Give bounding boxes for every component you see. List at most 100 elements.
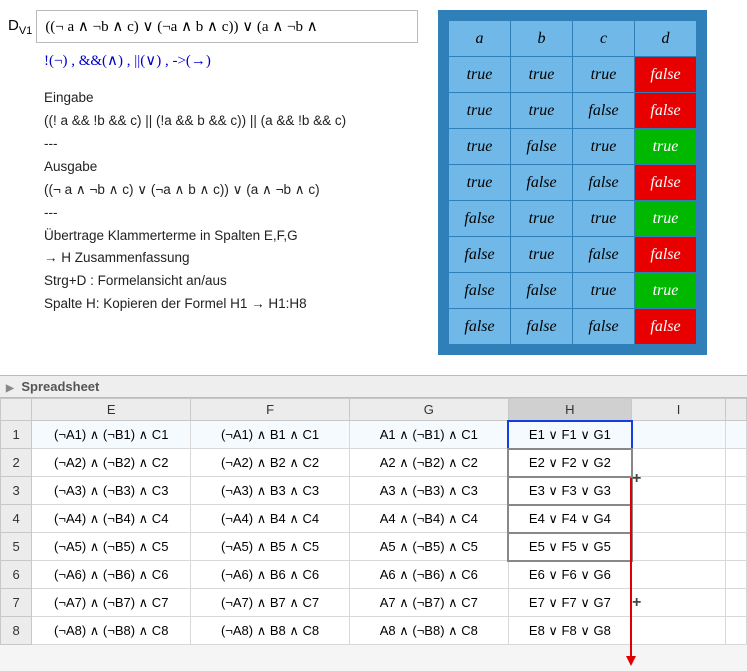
- truth-cell: true: [511, 93, 573, 129]
- cell-F4[interactable]: (¬A4) ∧ B4 ∧ C4: [191, 505, 350, 533]
- cell-H4[interactable]: E4 ∨ F4 ∨ G4: [508, 505, 631, 533]
- note-transfer: Übertrage Klammerterme in Spalten E,F,G: [44, 226, 418, 247]
- collapse-icon[interactable]: ▶: [6, 383, 14, 394]
- cell-H1[interactable]: E1 ∨ F1 ∨ G1: [508, 421, 631, 449]
- cell-I3[interactable]: [632, 477, 726, 505]
- cell-blank[interactable]: [726, 477, 747, 505]
- cell-E3[interactable]: (¬A3) ∧ (¬B3) ∧ C3: [32, 477, 191, 505]
- truth-cell: false: [511, 273, 573, 309]
- truth-cell: true: [511, 201, 573, 237]
- cell-E1[interactable]: (¬A1) ∧ (¬B1) ∧ C1: [32, 421, 191, 449]
- cell-H3[interactable]: E3 ∨ F3 ∨ G3: [508, 477, 631, 505]
- col-header-g[interactable]: G: [349, 399, 508, 421]
- col-header-h[interactable]: H: [508, 399, 631, 421]
- cell-F7[interactable]: (¬A7) ∧ B7 ∧ C7: [191, 589, 350, 617]
- cell-G2[interactable]: A2 ∧ (¬B2) ∧ C2: [349, 449, 508, 477]
- corner-header[interactable]: [1, 399, 32, 421]
- cell-I8[interactable]: [632, 617, 726, 645]
- cell-G4[interactable]: A4 ∧ (¬B4) ∧ C4: [349, 505, 508, 533]
- note-h-summary: → H Zusammenfassung: [44, 248, 418, 269]
- truth-cell: false: [449, 237, 511, 273]
- cell-E2[interactable]: (¬A2) ∧ (¬B2) ∧ C2: [32, 449, 191, 477]
- cell-F2[interactable]: (¬A2) ∧ B2 ∧ C2: [191, 449, 350, 477]
- cell-blank[interactable]: [726, 421, 747, 449]
- cell-G6[interactable]: A6 ∧ (¬B6) ∧ C6: [349, 561, 508, 589]
- truth-header-a: a: [449, 21, 511, 57]
- row-header[interactable]: 3: [1, 477, 32, 505]
- cell-H2[interactable]: E2 ∨ F2 ∨ G2: [508, 449, 631, 477]
- cell-I1[interactable]: [632, 421, 726, 449]
- table-row[interactable]: 6(¬A6) ∧ (¬B6) ∧ C6(¬A6) ∧ B6 ∧ C6A6 ∧ (…: [1, 561, 747, 589]
- cell-G5[interactable]: A5 ∧ (¬B5) ∧ C5: [349, 533, 508, 561]
- note-input-expr: ((! a && !b && c) || (!a && b && c)) || …: [44, 111, 418, 132]
- formula-input[interactable]: ((¬ a ∧ ¬b ∧ c) ∨ (¬a ∧ b ∧ c)) ∨ (a ∧ ¬…: [36, 10, 418, 43]
- table-row[interactable]: 1(¬A1) ∧ (¬B1) ∧ C1(¬A1) ∧ B1 ∧ C1A1 ∧ (…: [1, 421, 747, 449]
- col-header-i[interactable]: I: [632, 399, 726, 421]
- col-header-e[interactable]: E: [32, 399, 191, 421]
- cell-G7[interactable]: A7 ∧ (¬B7) ∧ C7: [349, 589, 508, 617]
- row-header[interactable]: 2: [1, 449, 32, 477]
- cell-F8[interactable]: (¬A8) ∧ B8 ∧ C8: [191, 617, 350, 645]
- cell-H8[interactable]: E8 ∨ F8 ∨ G8: [508, 617, 631, 645]
- cell-I4[interactable]: [632, 505, 726, 533]
- truth-cell: true: [449, 57, 511, 93]
- row-header[interactable]: 6: [1, 561, 32, 589]
- cell-blank[interactable]: [726, 533, 747, 561]
- note-output-expr: ((¬ a ∧ ¬b ∧ c) ∨ (¬a ∧ b ∧ c)) ∨ (a ∧ ¬…: [44, 180, 418, 201]
- cell-E7[interactable]: (¬A7) ∧ (¬B7) ∧ C7: [32, 589, 191, 617]
- cell-E8[interactable]: (¬A8) ∧ (¬B8) ∧ C8: [32, 617, 191, 645]
- cell-blank[interactable]: [726, 617, 747, 645]
- cell-F3[interactable]: (¬A3) ∧ B3 ∧ C3: [191, 477, 350, 505]
- cell-G1[interactable]: A1 ∧ (¬B1) ∧ C1: [349, 421, 508, 449]
- cell-H7[interactable]: E7 ∨ F7 ∨ G7: [508, 589, 631, 617]
- formula-var: DV1: [8, 17, 32, 37]
- cell-I2[interactable]: [632, 449, 726, 477]
- table-row[interactable]: 4(¬A4) ∧ (¬B4) ∧ C4(¬A4) ∧ B4 ∧ C4A4 ∧ (…: [1, 505, 747, 533]
- table-row[interactable]: 8(¬A8) ∧ (¬B8) ∧ C8(¬A8) ∧ B8 ∧ C8A8 ∧ (…: [1, 617, 747, 645]
- table-row[interactable]: 5(¬A5) ∧ (¬B5) ∧ C5(¬A5) ∧ B5 ∧ C5A5 ∧ (…: [1, 533, 747, 561]
- note-output-hdr: Ausgabe: [44, 157, 418, 178]
- truth-cell: true: [573, 129, 635, 165]
- cell-E4[interactable]: (¬A4) ∧ (¬B4) ∧ C4: [32, 505, 191, 533]
- cell-G8[interactable]: A8 ∧ (¬B8) ∧ C8: [349, 617, 508, 645]
- cell-I6[interactable]: [632, 561, 726, 589]
- cell-E5[interactable]: (¬A5) ∧ (¬B5) ∧ C5: [32, 533, 191, 561]
- cell-I5[interactable]: [632, 533, 726, 561]
- spreadsheet-title-bar[interactable]: ▶ Spreadsheet: [0, 375, 747, 398]
- cell-blank[interactable]: [726, 561, 747, 589]
- fill-down-arrow-icon: [630, 478, 632, 658]
- fill-handle-drag-icon[interactable]: +: [632, 594, 641, 612]
- truth-table-panel: a b c d truetruetruefalsetruetruefalsefa…: [438, 10, 707, 355]
- truth-cell: true: [635, 129, 697, 165]
- col-header-last[interactable]: [726, 399, 747, 421]
- truth-cell: false: [635, 165, 697, 201]
- cell-blank[interactable]: [726, 505, 747, 533]
- note-copy-h: Spalte H: Kopieren der Formel H1 → H1:H8: [44, 294, 418, 315]
- truth-header-c: c: [573, 21, 635, 57]
- row-header[interactable]: 7: [1, 589, 32, 617]
- fill-handle-icon[interactable]: +: [632, 470, 641, 488]
- cell-H6[interactable]: E6 ∨ F6 ∨ G6: [508, 561, 631, 589]
- cell-H5[interactable]: E5 ∨ F5 ∨ G5: [508, 533, 631, 561]
- row-header[interactable]: 1: [1, 421, 32, 449]
- row-header[interactable]: 5: [1, 533, 32, 561]
- truth-cell: false: [449, 201, 511, 237]
- cell-blank[interactable]: [726, 449, 747, 477]
- cell-E6[interactable]: (¬A6) ∧ (¬B6) ∧ C6: [32, 561, 191, 589]
- operator-legend: !(¬) , &&(∧) , ||(∨) , ->(→): [44, 51, 418, 70]
- cell-F1[interactable]: (¬A1) ∧ B1 ∧ C1: [191, 421, 350, 449]
- truth-cell: false: [635, 93, 697, 129]
- cell-blank[interactable]: [726, 589, 747, 617]
- truth-cell: false: [511, 165, 573, 201]
- row-header[interactable]: 4: [1, 505, 32, 533]
- cell-F5[interactable]: (¬A5) ∧ B5 ∧ C5: [191, 533, 350, 561]
- truth-cell: false: [635, 309, 697, 345]
- truth-cell: false: [449, 309, 511, 345]
- cell-F6[interactable]: (¬A6) ∧ B6 ∧ C6: [191, 561, 350, 589]
- cell-G3[interactable]: A3 ∧ (¬B3) ∧ C3: [349, 477, 508, 505]
- truth-cell: true: [449, 129, 511, 165]
- col-header-f[interactable]: F: [191, 399, 350, 421]
- row-header[interactable]: 8: [1, 617, 32, 645]
- note-ctrl-d: Strg+D : Formelansicht an/aus: [44, 271, 418, 292]
- cell-I7[interactable]: [632, 589, 726, 617]
